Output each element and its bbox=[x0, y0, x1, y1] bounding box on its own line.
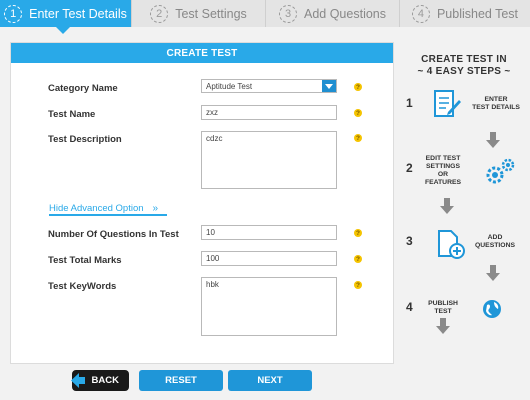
tab-label: Published Test bbox=[436, 6, 519, 21]
step-number-3: 3 bbox=[279, 4, 297, 23]
edit-document-icon bbox=[434, 90, 461, 117]
arrow-down-icon bbox=[436, 318, 450, 334]
reset-button[interactable]: RESET bbox=[139, 370, 223, 391]
tab-label: Add Questions bbox=[304, 6, 386, 21]
guide-step-number-2: 2 bbox=[406, 161, 413, 175]
arrow-left-icon bbox=[71, 373, 85, 388]
arrow-down-icon bbox=[440, 198, 454, 214]
guide-step-number-4: 4 bbox=[406, 300, 413, 314]
back-label: BACK bbox=[91, 375, 119, 386]
help-icon[interactable]: ? bbox=[354, 109, 362, 117]
guide-title-line1: CREATE TEST IN bbox=[421, 54, 507, 65]
keywords-label: Test KeyWords bbox=[48, 281, 117, 292]
test-description-label: Test Description bbox=[48, 134, 122, 145]
tab-label: Enter Test Details bbox=[29, 6, 127, 21]
help-icon[interactable]: ? bbox=[354, 83, 362, 91]
arrow-down-icon bbox=[486, 132, 500, 148]
help-icon[interactable]: ? bbox=[354, 255, 362, 263]
guide-step-number-1: 1 bbox=[406, 96, 413, 110]
category-label: Category Name bbox=[48, 83, 118, 94]
category-selected-value: Aptitude Test bbox=[206, 81, 253, 91]
step-number-1: 1 bbox=[4, 4, 23, 23]
tab-add-questions[interactable]: 3 Add Questions bbox=[266, 0, 400, 27]
guide-step-text-3: ADD QUESTIONS bbox=[474, 234, 516, 249]
double-chevron-right-icon: » bbox=[152, 203, 159, 214]
step-number-2: 2 bbox=[150, 4, 169, 23]
next-button[interactable]: NEXT bbox=[228, 370, 312, 391]
tab-enter-test-details[interactable]: 1 Enter Test Details bbox=[0, 0, 132, 34]
keywords-textarea[interactable]: hbk bbox=[201, 277, 337, 336]
test-name-input[interactable] bbox=[201, 105, 337, 120]
back-button[interactable]: BACK bbox=[71, 370, 129, 391]
guide-step-text-4: PUBLISH TEST bbox=[428, 300, 458, 315]
advanced-option-label: Hide Advanced Option bbox=[49, 203, 144, 214]
guide-step-text-1: ENTER TEST DETAILS bbox=[472, 96, 520, 111]
tab-label: Test Settings bbox=[175, 6, 247, 21]
gears-icon bbox=[486, 158, 515, 184]
hide-advanced-option-link[interactable]: Hide Advanced Option » bbox=[49, 203, 167, 216]
help-icon[interactable]: ? bbox=[354, 229, 362, 237]
num-questions-label: Number Of Questions In Test bbox=[48, 229, 179, 240]
globe-icon bbox=[483, 300, 501, 318]
guide-title: CREATE TEST IN ~ 4 EASY STEPS ~ bbox=[398, 54, 530, 78]
tab-test-settings[interactable]: 2 Test Settings bbox=[132, 0, 266, 27]
step-number-4: 4 bbox=[411, 4, 430, 23]
guide-step-number-3: 3 bbox=[406, 234, 413, 248]
add-document-icon bbox=[438, 230, 465, 259]
help-icon[interactable]: ? bbox=[354, 281, 362, 289]
test-description-textarea[interactable]: cdzc bbox=[201, 131, 337, 189]
help-icon[interactable]: ? bbox=[354, 134, 362, 142]
num-questions-input[interactable] bbox=[201, 225, 337, 240]
panel-title: CREATE TEST bbox=[11, 43, 393, 63]
arrow-down-icon bbox=[486, 265, 500, 281]
guide-title-line2: ~ 4 EASY STEPS ~ bbox=[417, 66, 511, 77]
total-marks-input[interactable] bbox=[201, 251, 337, 266]
create-test-panel: CREATE TEST Category Name Aptitude Test … bbox=[10, 42, 394, 364]
step-tabs: 1 Enter Test Details 2 Test Settings 3 A… bbox=[0, 0, 530, 34]
tab-published-test[interactable]: 4 Published Test bbox=[400, 0, 530, 27]
total-marks-label: Test Total Marks bbox=[48, 255, 122, 266]
chevron-down-icon[interactable] bbox=[322, 80, 336, 92]
test-name-label: Test Name bbox=[48, 109, 96, 120]
guide-step-text-2: EDIT TEST SETTINGS OR FEATURES bbox=[424, 155, 462, 186]
category-select[interactable]: Aptitude Test bbox=[201, 79, 337, 93]
